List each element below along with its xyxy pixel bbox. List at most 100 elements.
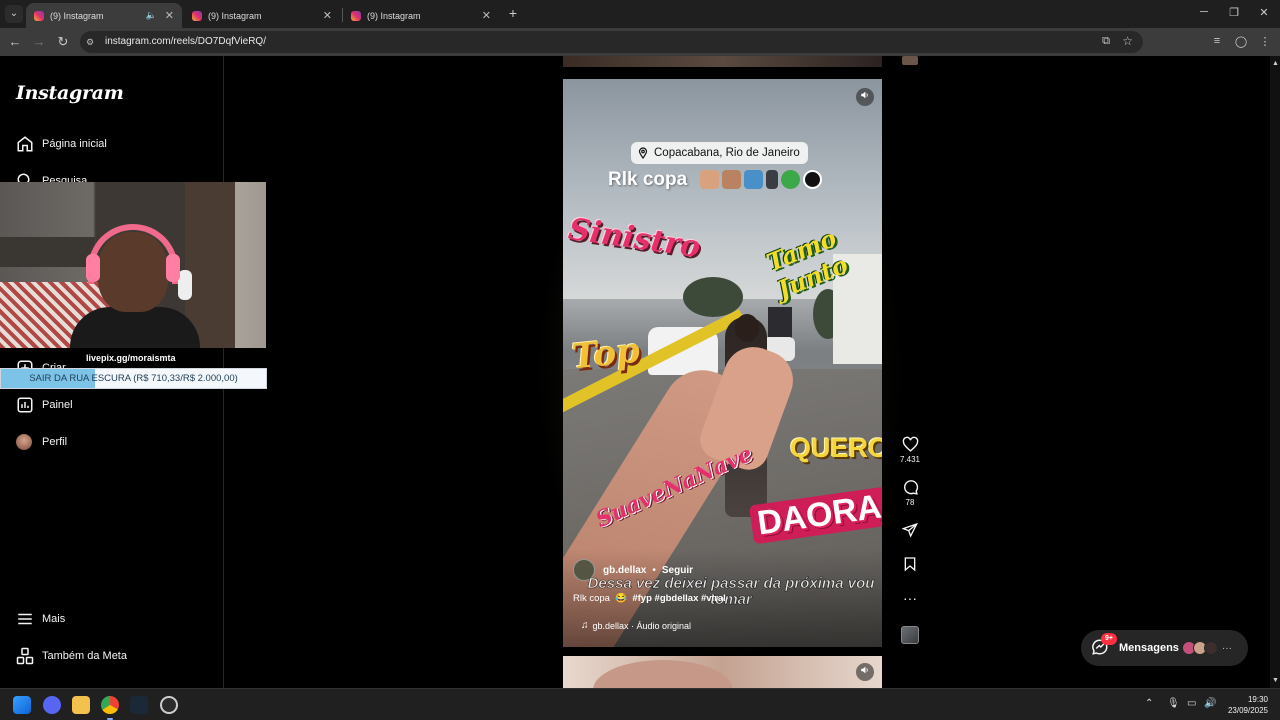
instagram-favicon xyxy=(351,10,361,21)
browser-menu-icon[interactable]: ⋮ xyxy=(1258,35,1272,48)
address-bar[interactable]: ⚙ instagram.com/reels/DO7DqfVieRQ/ ⧉ ☆ xyxy=(80,31,1143,53)
audio-thumbnail[interactable] xyxy=(901,626,919,644)
raised-hand-emoji xyxy=(700,170,720,190)
browser-tab-2[interactable]: (9) Instagram ✕ xyxy=(184,3,340,28)
donation-goal-text: SAIR DA RUA ESCURA (R$ 710,33/R$ 2.000,0… xyxy=(29,373,238,384)
scroll-down-icon[interactable]: ▼ xyxy=(1272,677,1279,684)
location-label: Copacabana, Rio de Janeiro xyxy=(654,147,800,159)
profile-avatar xyxy=(16,434,32,450)
tab-search-button[interactable]: ⌄ xyxy=(5,5,23,23)
discord-icon[interactable] xyxy=(43,696,61,714)
reload-icon[interactable]: ↻ xyxy=(55,34,71,50)
new-tab-button[interactable]: + xyxy=(505,5,521,21)
raised-hand-emoji xyxy=(722,170,742,190)
author-name[interactable]: gb.dellax xyxy=(603,565,646,576)
browser-tab-strip: ⌄ (9) Instagram 🔈 ✕ (9) Instagram ✕ (9) … xyxy=(0,0,1280,28)
location-tag[interactable]: Copacabana, Rio de Janeiro xyxy=(631,142,808,164)
headset-ear-right xyxy=(166,254,180,282)
url-text[interactable]: instagram.com/reels/DO7DqfVieRQ/ xyxy=(105,36,266,47)
webcam-background-shelf xyxy=(0,237,95,267)
sidebar-item-profile[interactable]: Perfil xyxy=(16,430,67,454)
follow-button[interactable]: Seguir xyxy=(662,565,693,576)
reel-video[interactable]: Sinistro Tamo Junto Top QUERO SuaveNaNav… xyxy=(563,79,882,647)
next-reel-mute-toggle[interactable] xyxy=(856,663,874,681)
tab-audio-icon[interactable]: 🔈 xyxy=(146,10,157,21)
message-avatar xyxy=(1203,641,1218,655)
donation-goal-bar: SAIR DA RUA ESCURA (R$ 710,33/R$ 2.000,0… xyxy=(0,368,267,389)
sidebar-item-more[interactable]: Mais xyxy=(16,607,65,631)
next-reel-preview[interactable] xyxy=(563,656,882,688)
next-reel-face xyxy=(593,660,733,688)
profile-icon[interactable]: ◯ xyxy=(1234,35,1248,48)
phone-emoji xyxy=(766,170,779,190)
messenger-icon: 9+ xyxy=(1091,633,1117,658)
description-hashtags[interactable]: #fyp #gbdellax #viral xyxy=(632,593,725,604)
messages-label: Mensagens xyxy=(1119,642,1179,654)
volume-icon[interactable]: 🔊 xyxy=(1204,698,1216,709)
tab-title: (9) Instagram xyxy=(208,10,262,21)
keycap-five-emoji xyxy=(744,170,764,190)
sidebar-item-label: Também da Meta xyxy=(42,650,127,662)
tab-close-icon[interactable]: ✕ xyxy=(165,9,174,22)
page-scrollbar[interactable]: ▲ ▼ xyxy=(1270,56,1280,688)
site-info-icon[interactable]: ⚙ xyxy=(86,37,96,47)
more-options-button[interactable]: ··· xyxy=(896,590,924,606)
location-pin-icon xyxy=(638,147,648,159)
forward-icon[interactable]: → xyxy=(31,34,47,50)
reel-audio-link[interactable]: ♫ gb.dellax · Áudio original xyxy=(581,620,691,631)
webcam-background-vase xyxy=(178,270,192,300)
save-button[interactable] xyxy=(896,556,924,572)
like-count: 7.431 xyxy=(899,455,921,464)
restore-icon[interactable]: ❐ xyxy=(1227,6,1241,19)
instagram-favicon xyxy=(192,10,202,21)
share-button[interactable] xyxy=(896,522,924,538)
media-control-icon[interactable]: ≡ xyxy=(1210,35,1224,47)
ellipsis-icon: ··· xyxy=(903,590,917,606)
steam-icon[interactable] xyxy=(130,696,148,714)
webcam-overlay xyxy=(0,182,266,348)
instagram-favicon xyxy=(34,10,44,21)
reel-caption-title: Rlk copa xyxy=(608,169,823,191)
sidebar-item-dashboard[interactable]: Painel xyxy=(16,393,73,417)
file-explorer-icon[interactable] xyxy=(72,696,90,714)
scroll-up-icon[interactable]: ▲ xyxy=(1272,60,1279,67)
network-icon[interactable]: ▭ xyxy=(1187,698,1196,709)
previous-reel-preview[interactable] xyxy=(563,56,882,67)
reel-title-text: Rlk copa xyxy=(608,169,688,190)
windows-taskbar: ⌃ 🎙 ▭ 🔊 19:30 23/09/2025 xyxy=(0,688,1280,720)
comment-button[interactable]: 78 xyxy=(896,479,924,507)
back-icon[interactable]: ← xyxy=(7,34,23,50)
speaker-icon xyxy=(861,91,868,99)
home-icon xyxy=(16,135,34,153)
browser-tab-3[interactable]: (9) Instagram ✕ xyxy=(343,3,499,28)
tray-chevron-icon[interactable]: ⌃ xyxy=(1145,698,1153,709)
windows-start-icon[interactable] xyxy=(13,696,31,714)
system-clock[interactable]: 19:30 23/09/2025 xyxy=(1228,694,1268,716)
like-button[interactable]: 7.431 xyxy=(896,436,924,464)
description-text: Rlk copa xyxy=(573,593,610,604)
previous-reel-audio-thumb[interactable] xyxy=(902,56,918,65)
close-window-icon[interactable]: ✕ xyxy=(1257,6,1271,19)
sidebar-item-home[interactable]: Página inicial xyxy=(16,132,107,156)
mute-toggle[interactable] xyxy=(856,88,874,106)
send-icon xyxy=(902,522,918,538)
description-emoji: 😂 xyxy=(612,593,630,604)
browser-tab-1[interactable]: (9) Instagram 🔈 ✕ xyxy=(26,3,182,28)
tab-close-icon[interactable]: ✕ xyxy=(323,9,332,22)
minimize-icon[interactable]: ─ xyxy=(1197,6,1211,18)
bookmark-star-icon[interactable]: ☆ xyxy=(1122,34,1133,48)
install-app-icon[interactable]: ⧉ xyxy=(1102,35,1110,48)
instagram-logo[interactable]: Instagram xyxy=(16,82,124,104)
sidebar-item-label: Perfil xyxy=(42,436,68,448)
tab-close-icon[interactable]: ✕ xyxy=(482,9,491,22)
microphone-icon[interactable]: 🎙 xyxy=(1167,698,1180,709)
browser-toolbar: ← → ↻ ⚙ instagram.com/reels/DO7DqfVieRQ/… xyxy=(0,28,1280,56)
reel-description[interactable]: Rlk copa 😂 #fyp #gbdellax #viral xyxy=(573,593,726,604)
sidebar-item-label: Mais xyxy=(42,613,66,625)
messages-button[interactable]: 9+ Mensagens ··· xyxy=(1081,630,1248,666)
headset-ear-left xyxy=(86,254,100,282)
bookmark-icon xyxy=(904,557,916,572)
app-icon[interactable] xyxy=(160,696,178,714)
chrome-icon[interactable] xyxy=(101,696,119,714)
sidebar-item-also-from-meta[interactable]: Também da Meta xyxy=(16,644,127,668)
